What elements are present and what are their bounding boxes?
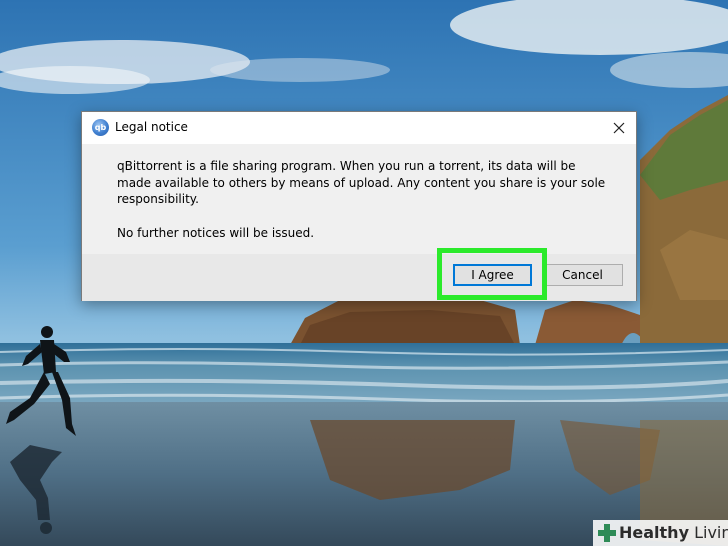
dialog-title: Legal notice bbox=[115, 120, 188, 134]
healthy-living-watermark: Healthy Living bbox=[593, 520, 728, 546]
no-further-notices-text: No further notices will be issued. bbox=[117, 225, 315, 240]
plus-cross-icon bbox=[598, 524, 616, 542]
legal-message: qBittorrent is a file sharing program. W… bbox=[117, 159, 606, 206]
qbittorrent-app-icon: qb bbox=[92, 119, 109, 136]
watermark-text: Healthy Living bbox=[619, 522, 728, 544]
watermark-text-part1: Healthy bbox=[619, 523, 689, 542]
watermark-text-part2: Living bbox=[694, 523, 728, 542]
cancel-button[interactable]: Cancel bbox=[542, 264, 623, 286]
legal-notice-dialog: qb Legal notice qBittorrent is a file sh… bbox=[81, 111, 637, 301]
close-icon bbox=[613, 122, 625, 134]
dialog-button-bar: I Agree Cancel bbox=[82, 254, 636, 301]
close-button[interactable] bbox=[602, 112, 636, 144]
dialog-content: qBittorrent is a file sharing program. W… bbox=[117, 158, 607, 241]
agree-button-highlight bbox=[437, 248, 547, 300]
dialog-titlebar[interactable]: qb Legal notice bbox=[82, 112, 636, 144]
